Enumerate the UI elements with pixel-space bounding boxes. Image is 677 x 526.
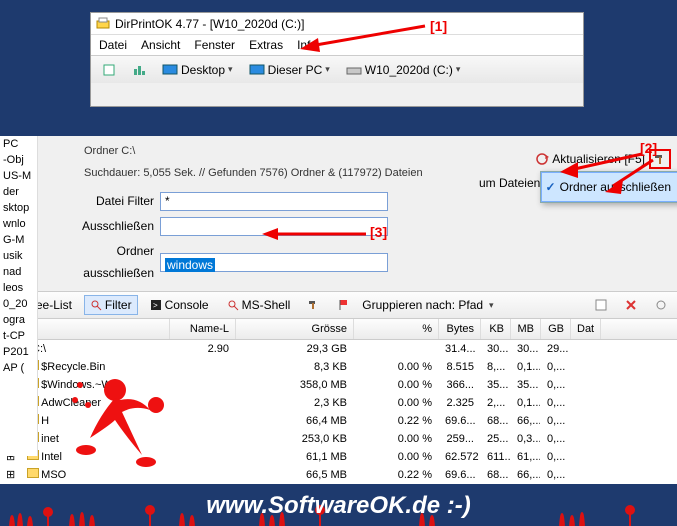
crumb-desktop[interactable]: Desktop▾ — [155, 60, 240, 80]
nav-item[interactable]: leos — [0, 280, 37, 296]
nav-item[interactable]: sktop — [0, 200, 37, 216]
monitor-icon — [162, 64, 178, 76]
nav-item[interactable]: t-CP — [0, 328, 37, 344]
footer-link[interactable]: www.SoftwareOK.de :-) — [0, 492, 677, 520]
svg-text:>: > — [153, 301, 158, 310]
crumb-drive[interactable]: W10_2020d (C:)▾ — [339, 60, 468, 80]
nav-item[interactable]: der — [0, 184, 37, 200]
col-date[interactable]: Dat — [571, 319, 601, 339]
col-percent[interactable]: % — [354, 319, 439, 339]
table-header: Name Name-L Grösse % Bytes KB MB GB Dat — [0, 319, 677, 340]
printer-icon — [95, 16, 111, 32]
col-gb[interactable]: GB — [541, 319, 571, 339]
flag-icon — [338, 299, 350, 311]
nav-item[interactable]: -Obj — [0, 152, 37, 168]
arrow-3 — [262, 226, 372, 242]
nav-item[interactable]: ogra — [0, 312, 37, 328]
nav-item[interactable]: usik — [0, 248, 37, 264]
hammer-icon — [308, 299, 320, 311]
btn-misc-1[interactable] — [589, 296, 613, 314]
running-man-icon — [60, 370, 180, 470]
nav-item[interactable]: P201 — [0, 344, 37, 360]
nav-item[interactable]: wnlo — [0, 216, 37, 232]
menu-datei[interactable]: Datei — [99, 38, 127, 52]
menu-extras[interactable]: Extras — [249, 38, 283, 52]
nav-item[interactable]: nad — [0, 264, 37, 280]
shell-icon — [227, 299, 239, 311]
menu-fenster[interactable]: Fenster — [194, 38, 235, 52]
left-nav: PC -Obj US-M der sktop wnlo G-M usik nad… — [0, 136, 38, 456]
btn-flag[interactable] — [332, 296, 356, 314]
toolbar-new-icon[interactable] — [95, 60, 123, 80]
menu-ansicht[interactable]: Ansicht — [141, 38, 180, 52]
btn-ms-shell[interactable]: MS-Shell — [221, 295, 297, 315]
toolbar-chart-icon[interactable] — [125, 60, 153, 80]
nav-item[interactable]: AP ( — [0, 360, 37, 376]
nav-item[interactable]: 0_20 — [0, 296, 37, 312]
console-icon: > — [150, 299, 162, 311]
col-kb[interactable]: KB — [481, 319, 511, 339]
filter-icon — [90, 299, 102, 311]
annotation-3: [3] — [370, 224, 387, 240]
label-file-filter: Datei Filter — [44, 190, 160, 212]
pc-icon — [249, 64, 265, 76]
label-exclude: Ausschließen — [44, 215, 160, 237]
crumb-this-pc[interactable]: Dieser PC▾ — [242, 60, 337, 80]
refresh-icon — [535, 152, 549, 166]
col-mb[interactable]: MB — [511, 319, 541, 339]
btn-hammer[interactable] — [302, 296, 326, 314]
annotation-1: [1] — [430, 18, 447, 34]
window-title: DirPrintOK 4.77 - [W10_2020d (C:)] — [115, 17, 304, 31]
nav-item[interactable]: G-M — [0, 232, 37, 248]
nav-item[interactable]: PC — [0, 136, 37, 152]
col-size[interactable]: Grösse — [236, 319, 354, 339]
col-bytes[interactable]: Bytes — [439, 319, 481, 339]
table-row[interactable]: ⊟C:\2.9029,3 GB31.4...30...30...29... — [0, 340, 677, 358]
group-label: Gruppieren nach: Pfad — [362, 298, 483, 312]
check-icon: ✓ — [546, 176, 556, 198]
label-folder-exclude: Ordner ausschließen — [44, 240, 160, 284]
btn-filter[interactable]: Filter — [84, 295, 138, 315]
btn-misc-2[interactable] — [619, 296, 643, 314]
arrow-2b — [605, 158, 665, 198]
file-filter-input[interactable] — [160, 192, 388, 211]
arrow-1 — [300, 24, 430, 54]
breadcrumb-toolbar: Desktop▾ Dieser PC▾ W10_2020d (C:)▾ — [91, 55, 583, 83]
btn-misc-3[interactable] — [649, 296, 673, 314]
drive-icon — [346, 64, 362, 76]
nav-item[interactable]: US-M — [0, 168, 37, 184]
sub-toolbar: Tree-List Filter > Console MS-Shell Grup… — [0, 291, 677, 319]
folder-exclude-input[interactable]: windows — [160, 253, 388, 272]
col-name-l[interactable]: Name-L — [170, 319, 236, 339]
btn-console[interactable]: > Console — [144, 295, 215, 315]
